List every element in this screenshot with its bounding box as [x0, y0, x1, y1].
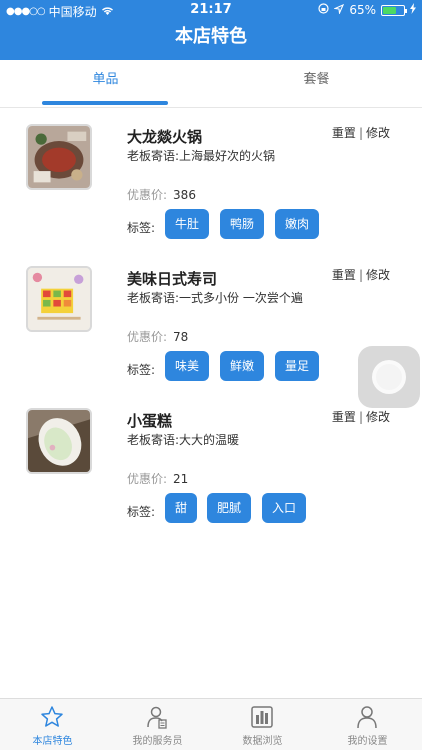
action-separator: |: [358, 268, 363, 282]
status-bar: ●●●○○ 中国移动 21:17 65%: [0, 0, 422, 20]
item-actions: 重置 | 修改: [332, 266, 390, 283]
bottom-nav: 本店特色 我的服务员 数据浏览 我的设置: [0, 698, 422, 750]
assistive-touch-button[interactable]: [358, 346, 420, 408]
item-note: 老板寄语:大大的温暖: [127, 433, 240, 447]
item-image: [26, 408, 92, 474]
item-price: 优惠价: 21: [127, 470, 188, 487]
tag-chip[interactable]: 味美: [165, 351, 210, 381]
price-label: 优惠价:: [127, 188, 168, 202]
item-actions: 重置 | 修改: [332, 124, 390, 141]
rotation-lock-icon: [318, 3, 329, 17]
header-bar: ●●●○○ 中国移动 21:17 65% 本店特色: [0, 0, 422, 60]
nav-label: 我的服务员: [132, 736, 183, 747]
tag-chip[interactable]: 入口: [262, 493, 307, 523]
assistive-touch-icon: [372, 360, 406, 394]
item-name: 小蛋糕: [127, 412, 173, 430]
nav-label: 本店特色: [32, 736, 73, 747]
person-icon: [357, 706, 377, 729]
tags-label: 标签:: [127, 221, 156, 235]
tab-indicator: [42, 101, 168, 105]
item-image: [26, 266, 92, 332]
item-name: 大龙燚火锅: [127, 128, 203, 146]
battery-icon: [381, 4, 407, 16]
price-label: 优惠价:: [127, 330, 168, 344]
item-note: 老板寄语:一式多小份 一次尝个遍: [127, 291, 303, 305]
edit-button[interactable]: 修改: [366, 126, 390, 140]
nav-label: 我的设置: [347, 736, 388, 747]
tag-chip[interactable]: 肥腻: [207, 493, 252, 523]
tag-chip[interactable]: 牛肚: [165, 209, 210, 239]
bar-chart-icon: [251, 706, 273, 728]
list-item[interactable]: 大龙燚火锅 重置 | 修改 老板寄语:上海最好次的火锅 优惠价: 386 标签: 牛肚…: [0, 124, 422, 254]
tag-chip[interactable]: 鸭肠: [220, 209, 265, 239]
price-value: 78: [173, 330, 189, 344]
reset-button[interactable]: 重置: [332, 410, 356, 424]
page-title: 本店特色: [175, 26, 247, 47]
action-separator: |: [358, 410, 363, 424]
item-price: 优惠价: 386: [127, 186, 196, 203]
item-note: 老板寄语:上海最好次的火锅: [127, 149, 276, 163]
tab-bar: 单品 套餐: [0, 60, 422, 108]
edit-button[interactable]: 修改: [366, 410, 390, 424]
nav-item-settings[interactable]: 我的设置: [315, 699, 420, 750]
reset-button[interactable]: 重置: [332, 126, 356, 140]
item-name: 美味日式寿司: [127, 270, 218, 288]
reset-button[interactable]: 重置: [332, 268, 356, 282]
tag-chip[interactable]: 甜: [165, 493, 198, 523]
nav-label: 数据浏览: [242, 736, 283, 747]
location-icon: [333, 3, 345, 17]
item-price: 优惠价: 78: [127, 328, 188, 345]
price-label: 优惠价:: [127, 472, 168, 486]
tags-label: 标签:: [127, 363, 156, 377]
item-actions: 重置 | 修改: [332, 408, 390, 425]
action-separator: |: [358, 126, 363, 140]
edit-button[interactable]: 修改: [366, 268, 390, 282]
nav-item-waiters[interactable]: 我的服务员: [105, 699, 210, 750]
item-image: [26, 124, 92, 190]
tab-combo[interactable]: 套餐: [211, 60, 422, 108]
list-item[interactable]: 小蛋糕 重置 | 修改 老板寄语:大大的温暖 优惠价: 21 标签: 甜 肥腻 入口: [0, 408, 422, 538]
tag-chip[interactable]: 量足: [275, 351, 320, 381]
star-icon: [41, 706, 63, 727]
tag-chip[interactable]: 嫩肉: [275, 209, 320, 239]
battery-percent: 65%: [349, 3, 376, 17]
tag-chip[interactable]: 鲜嫩: [220, 351, 265, 381]
waiter-icon: [147, 706, 167, 729]
nav-item-featured[interactable]: 本店特色: [0, 699, 105, 750]
price-value: 386: [173, 188, 196, 202]
charging-icon: [410, 3, 416, 17]
nav-item-data[interactable]: 数据浏览: [210, 699, 315, 750]
price-value: 21: [173, 472, 189, 486]
tags-label: 标签:: [127, 505, 156, 519]
